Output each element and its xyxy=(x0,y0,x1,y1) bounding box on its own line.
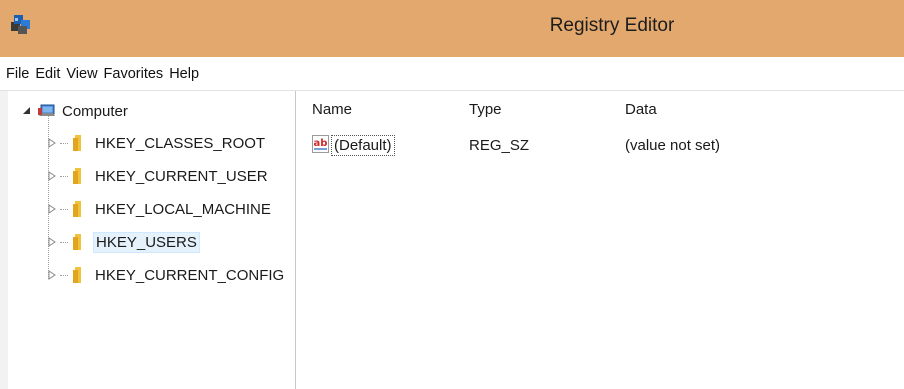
folder-icon xyxy=(73,168,81,184)
column-header-type[interactable]: Type xyxy=(469,101,502,118)
tree-node-label: HKEY_USERS xyxy=(93,231,200,253)
string-value-icon: ab xyxy=(312,135,329,153)
tree-connector-line xyxy=(60,241,68,243)
list-header: Name Type Data xyxy=(296,91,904,123)
column-header-data[interactable]: Data xyxy=(625,101,657,118)
expand-arrow-icon[interactable] xyxy=(48,270,57,280)
folder-icon xyxy=(73,135,81,151)
window-title: Registry Editor xyxy=(549,15,675,36)
value-data: (value not set) xyxy=(625,137,721,154)
tree-left-margin xyxy=(0,91,8,389)
main-panes: Computer HKEY_CLASSES_ROOT HKEY_CURRENT_… xyxy=(0,91,904,389)
tree-node-computer[interactable]: Computer xyxy=(22,99,130,123)
expand-arrow-icon[interactable] xyxy=(48,138,57,148)
tree-node-label: HKEY_CLASSES_ROOT xyxy=(95,134,266,152)
folder-icon xyxy=(73,201,81,217)
folder-icon xyxy=(73,267,81,283)
list-row[interactable]: ab (Default) REG_SZ (value not set) xyxy=(296,133,904,159)
tree-node-label: HKEY_LOCAL_MACHINE xyxy=(95,200,271,218)
tree-node-hkey-current-config[interactable]: HKEY_CURRENT_CONFIG xyxy=(48,263,286,287)
menu-file[interactable]: File xyxy=(6,66,29,82)
tree-node-hkey-users[interactable]: HKEY_USERS xyxy=(48,230,200,254)
value-type: REG_SZ xyxy=(469,137,530,154)
tree-connector-line xyxy=(60,208,68,210)
expand-arrow-icon[interactable] xyxy=(48,204,57,214)
folder-icon xyxy=(73,234,81,250)
collapse-arrow-icon[interactable] xyxy=(22,106,32,116)
tree-node-hkey-classes-root[interactable]: HKEY_CLASSES_ROOT xyxy=(48,131,267,155)
tree-node-label: HKEY_CURRENT_USER xyxy=(95,167,268,185)
tree-node-hkey-current-user[interactable]: HKEY_CURRENT_USER xyxy=(48,164,270,188)
expand-arrow-icon[interactable] xyxy=(48,171,57,181)
menu-edit[interactable]: Edit xyxy=(35,66,60,82)
tree-connector-line xyxy=(60,142,68,144)
key-tree-pane[interactable]: Computer HKEY_CLASSES_ROOT HKEY_CURRENT_… xyxy=(0,91,296,389)
values-list-pane[interactable]: Name Type Data ab (Default) REG_SZ (valu… xyxy=(296,91,904,389)
title-bar[interactable]: Registry Editor xyxy=(0,0,904,57)
tree-node-label: HKEY_CURRENT_CONFIG xyxy=(95,266,285,284)
menu-favorites[interactable]: Favorites xyxy=(104,66,164,82)
menu-view[interactable]: View xyxy=(66,66,97,82)
column-header-name[interactable]: Name xyxy=(312,101,352,118)
expand-arrow-icon[interactable] xyxy=(48,237,57,247)
menu-bar: File Edit View Favorites Help xyxy=(0,57,904,91)
tree-connector-line xyxy=(60,274,68,276)
computer-icon xyxy=(38,104,55,116)
tree-node-label: Computer xyxy=(62,102,128,120)
svg-text:ab: ab xyxy=(314,138,328,149)
tree-connector-line xyxy=(60,175,68,177)
tree-node-hkey-local-machine[interactable]: HKEY_LOCAL_MACHINE xyxy=(48,197,273,221)
value-name: (Default) xyxy=(331,135,395,156)
menu-help[interactable]: Help xyxy=(169,66,199,82)
